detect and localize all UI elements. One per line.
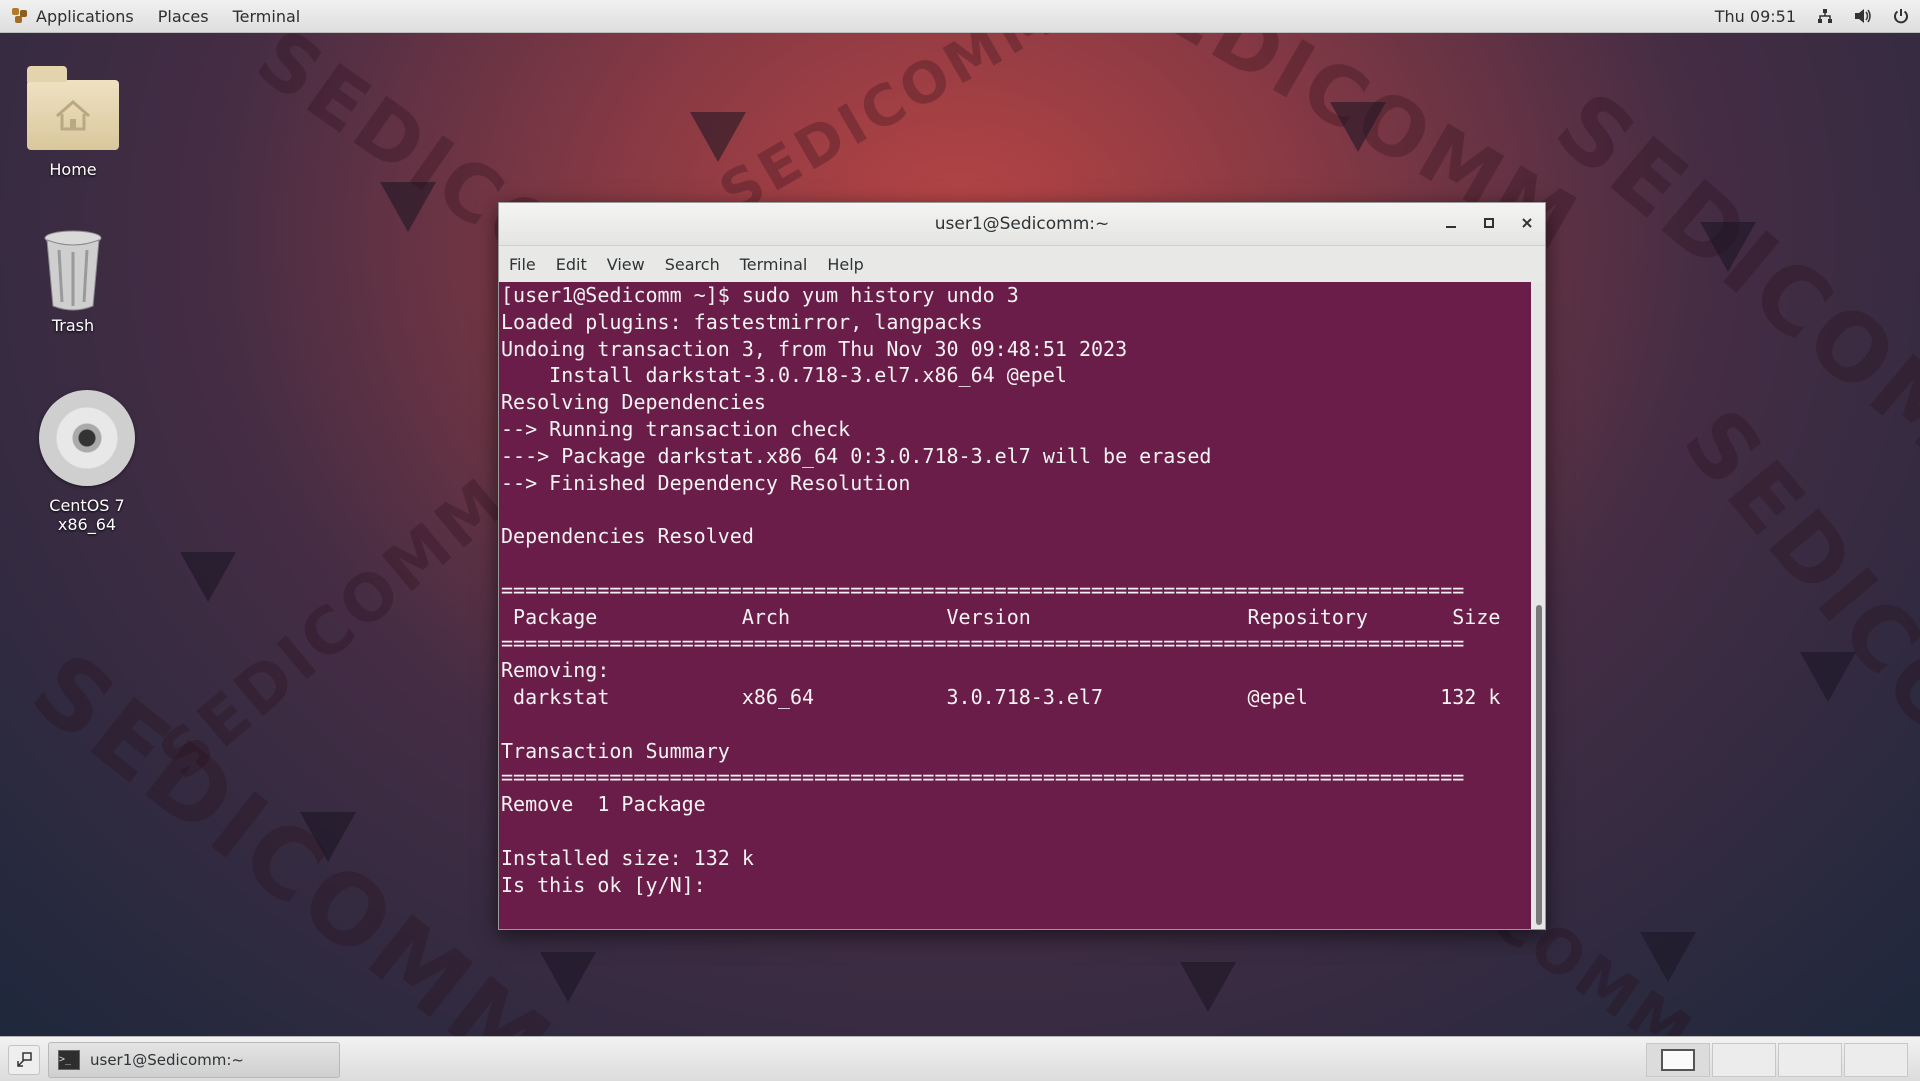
terminal-line: --> Running transaction check [501,416,851,441]
decor-triangle [1180,962,1236,1012]
watermark: SEDICOMM [1663,389,1920,898]
minimize-icon [1446,226,1456,228]
centos-disc-desktop-icon[interactable]: CentOS 7 x86_64 [22,390,152,534]
terminal-scrollbar[interactable] [1531,282,1545,929]
close-icon [1522,218,1532,228]
terminal-line: ========================================… [501,631,1465,656]
decor-triangle [1700,222,1756,272]
terminal-line: Remove 1 Package [501,792,706,817]
terminal-line: Dependencies Resolved [501,524,754,549]
terminal-line: [user1@Sedicomm ~]$ sudo yum history und… [501,283,1019,307]
close-button[interactable] [1519,216,1535,232]
terminal-line: Resolving Dependencies [501,390,766,415]
decor-triangle [180,552,236,602]
taskbar-item-terminal[interactable]: >_ user1@Sedicomm:~ [48,1042,340,1078]
menu-terminal[interactable]: Terminal [740,255,808,274]
terminal-line: Loaded plugins: fastestmirror, langpacks [501,309,983,334]
clock[interactable]: Thu 09:51 [1715,7,1796,26]
terminal-text: [user1@Sedicomm ~]$ sudo yum history und… [499,282,1531,898]
decor-triangle [690,112,746,162]
workspace-4[interactable] [1844,1043,1908,1077]
terminal-line: ========================================… [501,577,1465,602]
decor-triangle [1640,932,1696,982]
workspace-switcher [1646,1043,1908,1077]
network-icon[interactable] [1816,7,1834,25]
decor-triangle [300,812,356,862]
decor-triangle [1330,102,1386,152]
workspace-2[interactable] [1712,1043,1776,1077]
watermark: SEDICOMM [709,32,1069,228]
terminal-line: Install darkstat-3.0.718-3.el7.x86_64 @e… [501,363,1067,388]
terminal-line: ---> Package darkstat.x86_64 0:3.0.718-3… [501,443,1212,468]
terminal-line: Removing: [501,658,610,683]
terminal-line: Is this ok [y/N]: [501,872,718,897]
disc-icon [39,390,135,486]
terminal-line: darkstat x86_64 3.0.718-3.el7 @epel 132 … [501,684,1501,709]
desktop-icon-label: CentOS 7 x86_64 [49,496,125,534]
workspace-3[interactable] [1778,1043,1842,1077]
window-title: user1@Sedicomm:~ [934,214,1110,234]
show-desktop-button[interactable] [8,1045,40,1075]
taskbar-item-label: user1@Sedicomm:~ [90,1051,244,1069]
terminal-line: Package Arch Version Repository Size [501,604,1501,629]
decor-triangle [380,182,436,232]
applications-menu-label: Applications [36,6,134,26]
decor-triangle [540,952,596,1002]
home-desktop-icon[interactable]: Home [8,58,138,179]
show-desktop-icon [17,1052,32,1067]
menu-file[interactable]: File [509,255,536,274]
terminal-output[interactable]: [user1@Sedicomm ~]$ sudo yum history und… [499,282,1531,929]
scrollbar-thumb[interactable] [1536,605,1542,925]
window-titlebar[interactable]: user1@Sedicomm:~ [499,203,1545,246]
volume-icon[interactable] [1854,7,1872,25]
terminal-window[interactable]: user1@Sedicomm:~ File Edit View Search T… [498,202,1546,930]
terminal-line: Transaction Summary [501,738,730,763]
terminal-icon: >_ [58,1050,80,1070]
gnome-foot-icon [12,8,28,24]
terminal-app-menu-label: Terminal [232,6,301,26]
decor-triangle [1800,652,1856,702]
maximize-button[interactable] [1481,216,1497,232]
desktop-icon-label: Trash [51,316,95,335]
terminal-menubar: File Edit View Search Terminal Help [499,246,1545,282]
desktop-icon-label: Home [49,160,97,179]
menu-edit[interactable]: Edit [556,255,587,274]
trash-icon [43,228,103,312]
terminal-line: ========================================… [501,765,1465,790]
applications-menu[interactable]: Applications [0,0,146,32]
terminal-line: --> Finished Dependency Resolution [501,470,911,495]
menu-search[interactable]: Search [665,255,720,274]
power-icon[interactable] [1892,7,1910,25]
terminal-line: Installed size: 132 k [501,845,754,870]
menu-help[interactable]: Help [827,255,863,274]
terminal-line: Undoing transaction 3, from Thu Nov 30 0… [501,336,1128,361]
trash-desktop-icon[interactable]: Trash [8,228,138,335]
maximize-icon [1484,218,1494,228]
top-panel: Applications Places Terminal Thu 09:51 [0,0,1920,33]
bottom-panel: >_ user1@Sedicomm:~ [0,1036,1920,1081]
places-menu[interactable]: Places [146,0,221,32]
workspace-1[interactable] [1646,1043,1710,1077]
places-menu-label: Places [157,6,209,26]
terminal-app-menu[interactable]: Terminal [221,0,313,32]
minimize-button[interactable] [1443,216,1459,232]
menu-view[interactable]: View [607,255,645,274]
home-folder-icon [27,66,119,150]
